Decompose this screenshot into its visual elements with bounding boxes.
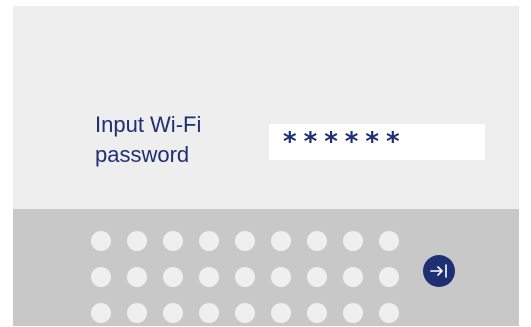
keyboard-key[interactable] [343,231,363,251]
keyboard-key[interactable] [91,267,111,287]
keyboard-key[interactable] [91,303,111,323]
enter-key[interactable] [423,255,455,287]
arrow-right-to-bar-icon [430,264,447,278]
keyboard-key[interactable] [235,231,255,251]
keyboard-key[interactable] [235,267,255,287]
keyboard-key[interactable] [163,231,183,251]
keyboard-key[interactable] [127,303,147,323]
keyboard-key[interactable] [379,303,399,323]
keyboard-key[interactable] [163,303,183,323]
wifi-password-screen: Input Wi-Fi password ****** [13,6,519,326]
keyboard-keys [91,231,399,323]
keyboard-key[interactable] [343,303,363,323]
keyboard-key[interactable] [307,303,327,323]
keyboard-key[interactable] [127,267,147,287]
keyboard-key[interactable] [127,231,147,251]
keyboard-key[interactable] [199,231,219,251]
keyboard-key[interactable] [307,267,327,287]
keyboard-key[interactable] [271,231,291,251]
keyboard-key[interactable] [343,267,363,287]
keyboard-key[interactable] [307,231,327,251]
keyboard-key[interactable] [235,303,255,323]
keyboard-key[interactable] [271,303,291,323]
on-screen-keyboard [13,209,519,326]
wifi-password-prompt: Input Wi-Fi password [95,112,202,167]
keyboard-key[interactable] [199,267,219,287]
keyboard-key[interactable] [199,303,219,323]
keyboard-key[interactable] [91,231,111,251]
keyboard-key[interactable] [271,267,291,287]
keyboard-key[interactable] [379,267,399,287]
password-field[interactable]: ****** [269,124,485,160]
keyboard-key[interactable] [379,231,399,251]
keyboard-key[interactable] [163,267,183,287]
